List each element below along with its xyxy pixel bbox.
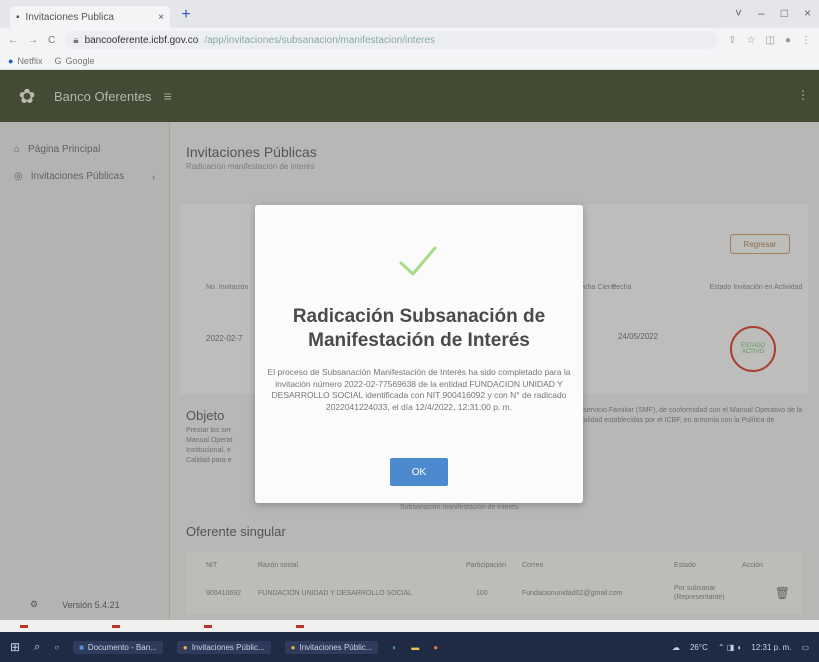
new-tab-button[interactable]: +: [176, 6, 196, 26]
taskbar-app-documento[interactable]: ■ Documento - Ban...: [73, 640, 163, 654]
taskbar-app-label: Invitaciones Públic...: [299, 642, 373, 652]
browser-tab[interactable]: ▪ Invitaciones Publica ×: [10, 6, 170, 28]
bookmark-label: Netflix: [17, 55, 43, 66]
share-icon[interactable]: ⇪: [728, 35, 736, 46]
notifications-icon[interactable]: ▭: [801, 643, 809, 652]
strip-marker: [20, 623, 32, 630]
clock-label[interactable]: 12:31 p. m.: [751, 643, 791, 652]
bookmarks-bar: ● Netflix G Google: [0, 52, 819, 70]
bookmark-label: Google: [65, 55, 95, 66]
chrome-icon: ●: [182, 642, 188, 652]
weather-label: 26°C: [689, 642, 708, 652]
dialog-title: Radicación Subsanación de Manifestación …: [292, 306, 546, 351]
success-dialog: Radicación Subsanación de Manifestación …: [255, 205, 583, 503]
forward-icon[interactable]: →: [28, 35, 38, 46]
bookmark-netflix[interactable]: ● Netflix: [8, 56, 42, 66]
maximize-icon[interactable]: □: [781, 6, 788, 20]
url-field[interactable]: 🔒︎ bancooferente.icbf.gov.co /app/invita…: [65, 31, 719, 49]
strip-marker: [204, 623, 216, 630]
url-host: bancooferente.icbf.gov.co: [84, 34, 199, 46]
browser-menu-icon[interactable]: ⋮: [801, 35, 811, 46]
extensions-icon[interactable]: ◫: [766, 35, 775, 46]
browser-tab-bar: ▪ Invitaciones Publica × + ˅ – □ ×: [0, 0, 819, 28]
weather-icon[interactable]: ☁: [672, 643, 680, 652]
word-icon: ■: [79, 642, 84, 652]
tab-title: Invitaciones Publica: [25, 11, 114, 23]
strip-marker: [112, 623, 124, 630]
netflix-icon: ●: [8, 55, 14, 66]
edge-icon[interactable]: ◐: [392, 643, 397, 652]
close-window-icon[interactable]: ×: [804, 6, 811, 20]
file-explorer-icon[interactable]: ▬: [411, 643, 419, 652]
minimize-icon[interactable]: –: [758, 6, 765, 20]
window-controls: ˅ – □ ×: [735, 6, 811, 20]
success-check-icon: [399, 246, 437, 276]
start-icon[interactable]: ⊞: [10, 640, 20, 654]
tab-favicon-icon: ▪: [16, 11, 20, 23]
url-path: /app/invitaciones/subsanacion/manifestac…: [204, 34, 436, 46]
tab-search-icon[interactable]: ˅: [735, 6, 742, 20]
taskbar-app-label: Invitaciones Públic...: [191, 642, 265, 652]
profile-icon[interactable]: ●: [785, 35, 791, 46]
browser-toolbar-icons: ⇪ ☆ ◫ ● ⋮: [728, 35, 811, 46]
windows-taskbar: ⊞ ⌕ ○ ■ Documento - Ban... ● Invitacione…: [0, 632, 819, 662]
bookmark-google[interactable]: G Google: [54, 56, 94, 66]
taskbar-app-chrome-1[interactable]: ● Invitaciones Públic...: [176, 640, 271, 654]
chrome-icon: ●: [290, 642, 296, 652]
task-view-icon[interactable]: ○: [54, 643, 59, 652]
strip-marker: [296, 623, 308, 630]
search-icon[interactable]: ⌕: [34, 641, 40, 654]
reload-icon[interactable]: C: [48, 35, 55, 46]
taskbar-app-label: Documento - Ban...: [87, 642, 157, 652]
tray-icons[interactable]: ⌃ ◨ ◖: [718, 643, 742, 652]
browser-icon[interactable]: ●: [433, 643, 438, 652]
dialog-message: El proceso de Subsanación Manifestación …: [267, 367, 571, 412]
bookmark-star-icon[interactable]: ☆: [747, 35, 756, 46]
page-bottom-strip: [0, 620, 819, 632]
back-icon[interactable]: ←: [8, 35, 18, 46]
google-icon: G: [54, 55, 62, 66]
tab-close-icon[interactable]: ×: [158, 12, 164, 23]
address-bar: ← → C 🔒︎ bancooferente.icbf.gov.co /app/…: [0, 28, 819, 52]
lock-icon: 🔒︎: [73, 34, 79, 46]
taskbar-app-chrome-2[interactable]: ● Invitaciones Públic...: [284, 640, 379, 654]
ok-button[interactable]: OK: [390, 458, 448, 486]
system-tray: ☁ 26°C ⌃ ◨ ◖ 12:31 p. m. ▭: [672, 643, 809, 652]
